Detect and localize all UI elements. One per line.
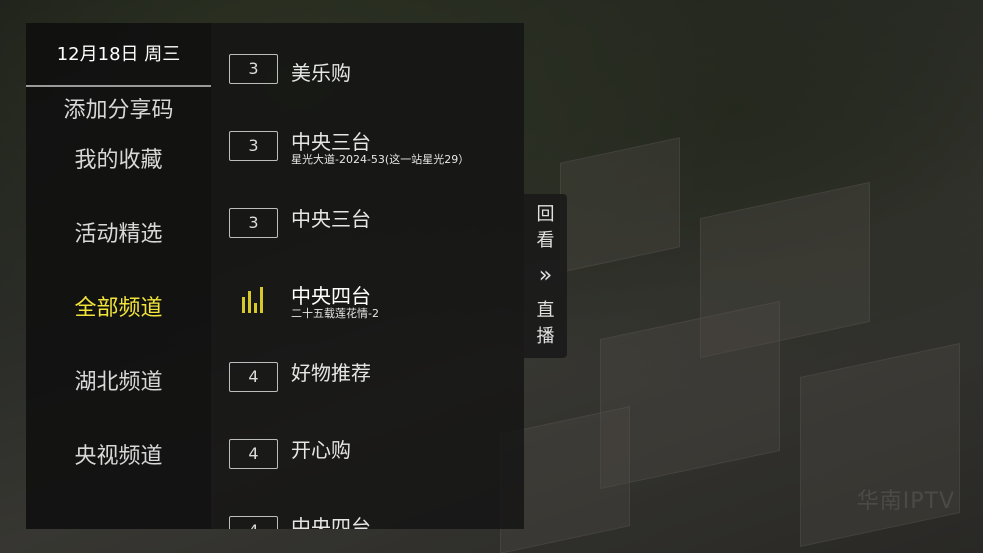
category-list: 添加分享码 我的收藏 活动精选 全部频道 湖北频道 央视频道 xyxy=(26,87,211,507)
channel-row[interactable]: 4 中央四台 xyxy=(211,505,524,529)
channel-number: 3 xyxy=(229,54,278,84)
channel-name: 好物推荐 xyxy=(291,361,371,385)
channel-name: 开心购 xyxy=(291,438,351,462)
channel-row[interactable]: 4 好物推荐 xyxy=(211,351,524,411)
channel-row[interactable]: 4 开心购 xyxy=(211,428,524,488)
channel-row[interactable]: 3 中央三台 xyxy=(211,197,524,257)
channel-list-panel: 3 美乐购 3 中央三台 星光大道-2024-53(这一站星光29） 3 中央三… xyxy=(211,23,524,529)
playback-mode-tab[interactable]: 回看 » 直播 xyxy=(524,194,567,358)
channel-number: 3 xyxy=(229,208,278,238)
live-label[interactable]: 直播 xyxy=(536,298,556,350)
channel-number: 4 xyxy=(229,439,278,469)
channel-number: 3 xyxy=(229,131,278,161)
category-item-add-share-code[interactable]: 添加分享码 xyxy=(26,87,211,137)
category-item-all-channels[interactable]: 全部频道 xyxy=(26,285,211,359)
replay-label[interactable]: 回看 xyxy=(536,202,556,254)
channel-program: 二十五载莲花情-2 xyxy=(291,307,379,320)
channel-program: 星光大道-2024-53(这一站星光29） xyxy=(291,153,470,166)
channel-name: 美乐购 xyxy=(291,61,351,85)
category-item-favorites[interactable]: 我的收藏 xyxy=(26,137,211,211)
category-item-cctv-channels[interactable]: 央视频道 xyxy=(26,433,211,507)
channel-row[interactable]: 3 中央三台 星光大道-2024-53(这一站星光29） xyxy=(211,120,524,180)
equalizer-icon xyxy=(242,287,263,313)
watermark: 华南IPTV xyxy=(856,489,955,514)
double-chevron-right-icon: » xyxy=(538,263,553,288)
date-label: 12月18日 周三 xyxy=(26,23,211,87)
channel-number: 4 xyxy=(229,516,278,529)
category-item-events[interactable]: 活动精选 xyxy=(26,211,211,285)
category-panel: 12月18日 周三 添加分享码 我的收藏 活动精选 全部频道 湖北频道 央视频道 xyxy=(26,23,211,529)
channel-row[interactable]: 3 美乐购 xyxy=(211,43,524,103)
category-item-hubei-channels[interactable]: 湖北频道 xyxy=(26,359,211,433)
channel-name: 中央四台 xyxy=(291,515,371,529)
channel-number: 4 xyxy=(229,362,278,392)
channel-name: 中央三台 xyxy=(291,207,371,231)
channel-row-playing[interactable]: 中央四台 二十五载莲花情-2 xyxy=(211,274,524,334)
